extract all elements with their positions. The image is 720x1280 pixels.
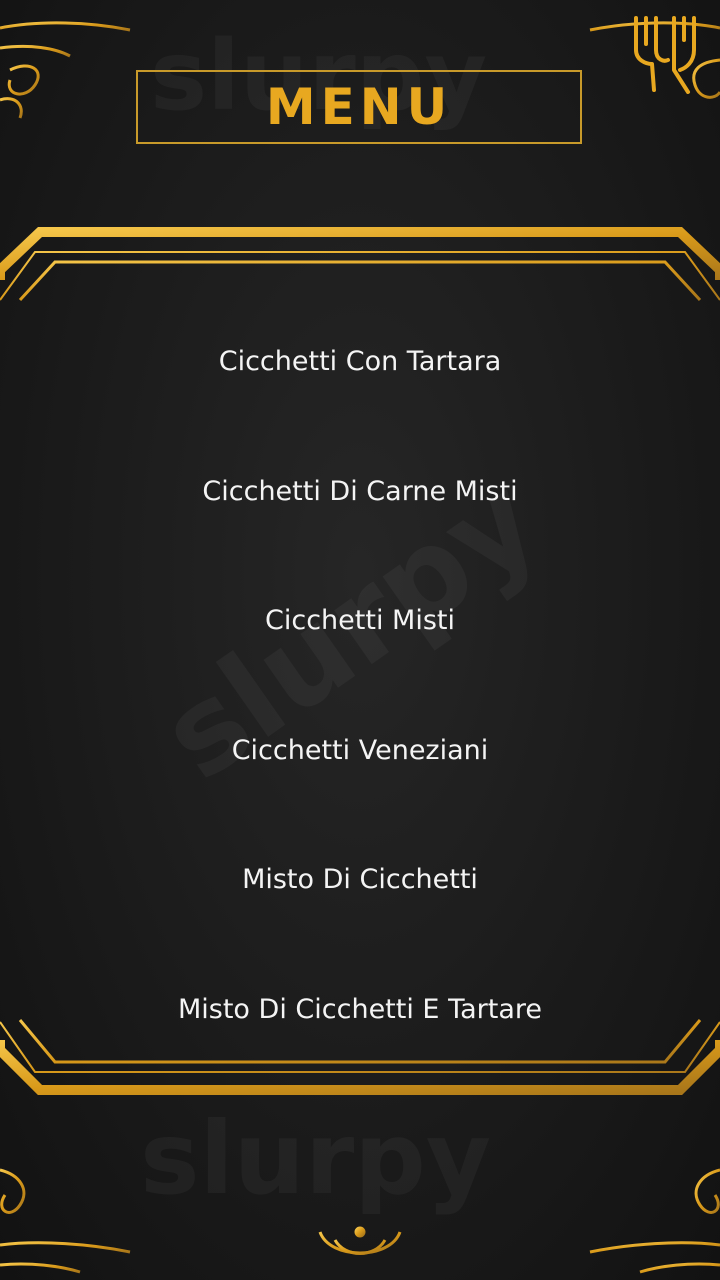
menu-item[interactable]: Cicchetti Misti (60, 584, 660, 714)
menu-title: MENU (265, 78, 453, 136)
corner-flourish-bottom-left (0, 1168, 131, 1274)
corner-flourish-bottom-right (589, 1168, 720, 1274)
corner-flourish-top-left (0, 21, 131, 119)
menu-item[interactable]: Cicchetti Veneziani (60, 714, 660, 844)
menu-title-box: MENU (136, 70, 582, 144)
menu-item[interactable]: Cicchetti Di Carne Misti (60, 455, 660, 585)
bottom-center-ornament (250, 1226, 470, 1255)
menu-item[interactable]: Misto Di Cicchetti E Tartare (60, 973, 660, 1103)
frame-top (0, 227, 720, 302)
menu-page: slurpy slurpy slurpy (0, 0, 720, 1280)
menu-item[interactable]: Cicchetti Con Tartara (60, 325, 660, 455)
fork-knife-icon (634, 16, 696, 94)
menu-item[interactable]: Misto Di Cicchetti (60, 843, 660, 973)
menu-list: Cicchetti Con Tartara Cicchetti Di Carne… (60, 325, 660, 1102)
